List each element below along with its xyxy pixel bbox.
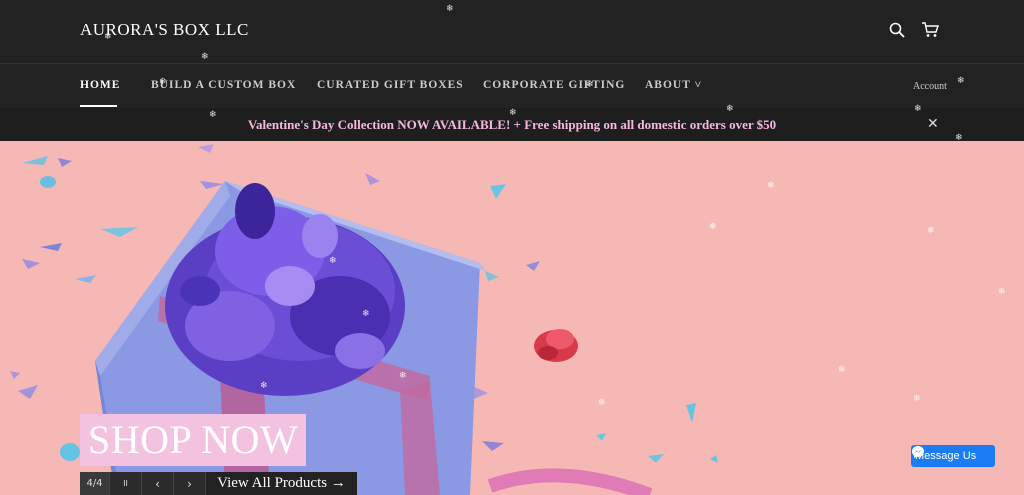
snowflake-icon: ❄ (399, 371, 407, 381)
snowflake-icon: ❄ (329, 256, 337, 266)
hero-slideshow: SHOP NOW 4/4 II ‹ › View All Products → … (0, 141, 1024, 495)
site-header: AURORA'S BOX LLC (0, 0, 1024, 64)
main-nav: HOME BUILD A CUSTOM BOX CURATED GIFT BOX… (0, 64, 1024, 108)
snowflake-icon: ❄ (362, 309, 370, 319)
announcement-text[interactable]: Valentine's Day Collection NOW AVAILABLE… (0, 117, 1024, 133)
chevron-right-icon[interactable]: › (174, 472, 206, 495)
snowflake-icon: ❄ (767, 181, 775, 191)
snowflake-icon: ❄ (998, 287, 1006, 297)
snowflake-icon: ❄ (598, 398, 606, 408)
snowflake-icon: ❄ (260, 381, 268, 391)
pause-icon[interactable]: II (110, 472, 142, 495)
shop-now-headline[interactable]: SHOP NOW (80, 414, 307, 466)
nav-item-corporate-gifting[interactable]: CORPORATE GIFTING (483, 79, 625, 91)
snowflake-icon: ❄ (955, 133, 963, 143)
snowflake-icon: ❄ (509, 108, 517, 118)
cart-icon[interactable] (921, 22, 939, 38)
snowflake-icon: ❄ (709, 222, 717, 232)
active-nav-indicator (80, 105, 117, 107)
nav-item-curated-gift-boxes[interactable]: CURATED GIFT BOXES (317, 79, 464, 91)
messenger-button[interactable]: Message Us (911, 445, 995, 467)
snowflake-icon: ❄ (104, 32, 112, 42)
chevron-left-icon[interactable]: ‹ (142, 472, 174, 495)
slide-counter: 4/4 (80, 472, 110, 495)
view-all-products-button[interactable]: View All Products → (206, 472, 357, 495)
snowflake-icon: ❄ (446, 4, 454, 14)
snowflake-icon: ❄ (914, 104, 922, 114)
search-icon[interactable] (889, 22, 905, 38)
snowflake-icon: ❄ (201, 52, 209, 62)
nav-item-about[interactable]: ABOUT ˅ (645, 79, 702, 91)
snowflake-icon: ❄ (927, 226, 935, 236)
snowflake-icon: ❄ (209, 110, 217, 120)
slideshow-controls: 4/4 II ‹ › View All Products → (80, 472, 357, 495)
snowflake-icon: ❄ (586, 80, 594, 90)
snowflake-icon: ❄ (838, 365, 846, 375)
snowflake-icon: ❄ (913, 394, 921, 404)
messenger-icon (912, 446, 924, 458)
snowflake-icon: ❄ (159, 77, 167, 87)
nav-item-build-custom-box[interactable]: BUILD A CUSTOM BOX (151, 79, 296, 91)
nav-item-home[interactable]: HOME (80, 79, 120, 91)
snowflake-icon: ❄ (957, 76, 965, 86)
close-icon[interactable]: ✕ (927, 116, 939, 132)
snowflake-icon: ❄ (726, 104, 734, 114)
account-link[interactable]: Account (913, 81, 947, 92)
